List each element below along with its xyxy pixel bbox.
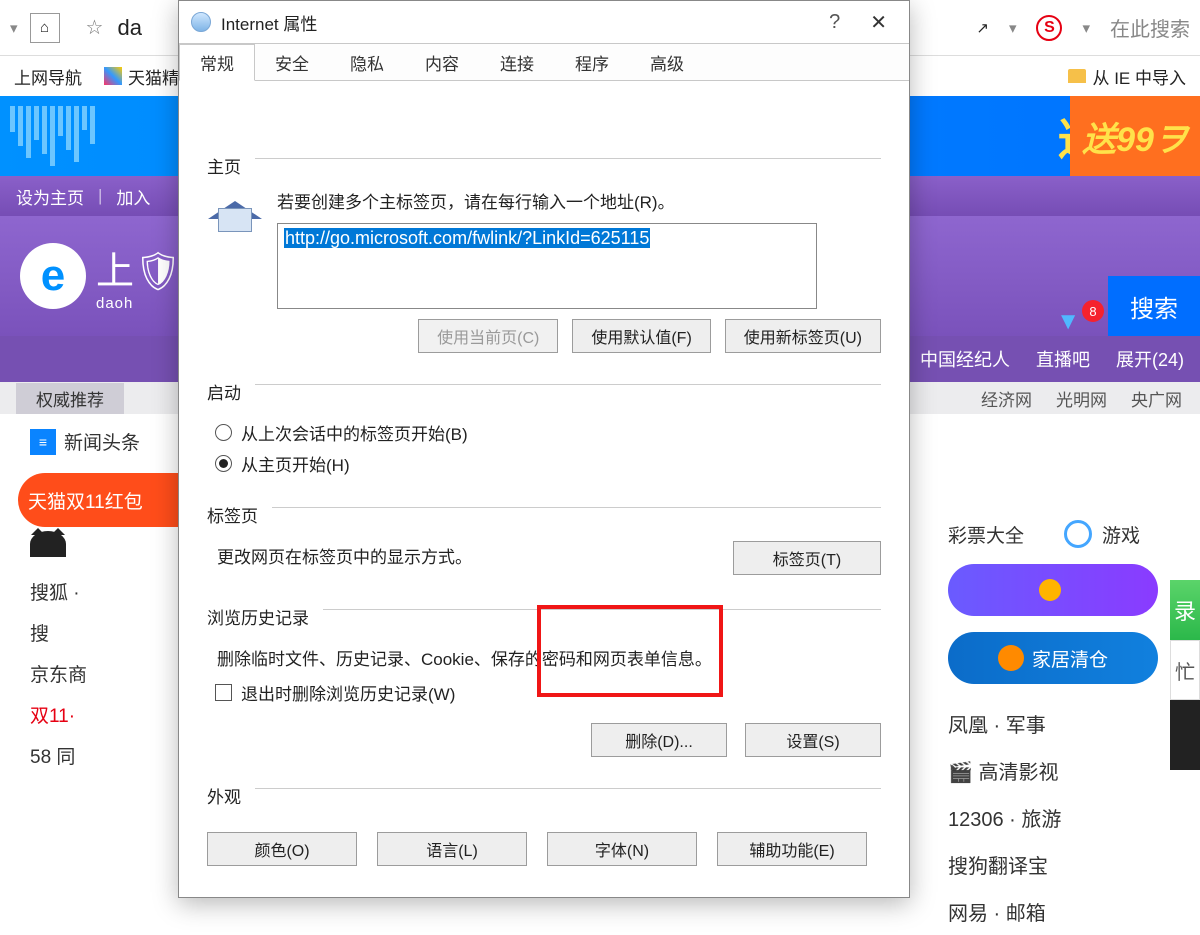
home-icon[interactable]: ⌂: [30, 13, 60, 43]
bookmark-item[interactable]: 上网导航: [14, 64, 82, 89]
right-strip: 录 忙: [1170, 580, 1200, 770]
strip-item[interactable]: [1170, 700, 1200, 770]
dialog-titlebar: Internet 属性 ? ✕: [179, 1, 909, 43]
list-item[interactable]: 京东商: [30, 653, 190, 694]
search-button[interactable]: 搜索: [1108, 276, 1200, 336]
homepage-textarea[interactable]: http://go.microsoft.com/fwlink/?LinkId=6…: [277, 223, 817, 309]
set-homepage-link[interactable]: 设为主页: [16, 184, 84, 209]
home-description: 若要创建多个主标签页，请在每行输入一个地址(R)。: [277, 188, 881, 213]
dropdown-icon[interactable]: ▾: [1082, 19, 1090, 37]
fonts-button[interactable]: 字体(N): [547, 832, 697, 866]
general-pane: 主页 若要创建多个主标签页，请在每行输入一个地址(R)。 http://go.m…: [179, 127, 909, 882]
nav-link[interactable]: 中国经纪人: [920, 346, 1010, 372]
help-button[interactable]: ?: [809, 11, 860, 34]
tab-security[interactable]: 安全: [255, 44, 330, 80]
share-icon[interactable]: ↗: [976, 19, 989, 37]
list-item[interactable]: 搜狐 ·: [30, 571, 190, 612]
group-tabs-label: 标签页: [207, 502, 258, 527]
strip-item[interactable]: 录: [1170, 580, 1200, 640]
accessibility-button[interactable]: 辅助功能(E): [717, 832, 867, 866]
news-icon: ≡: [30, 429, 56, 455]
site-name: 上🛡: [96, 240, 182, 295]
group-history-label: 浏览历史记录: [207, 604, 309, 629]
checkbox-delete-on-exit[interactable]: 退出时删除浏览历史记录(W): [215, 680, 881, 705]
nav-link[interactable]: 展开(24): [1116, 346, 1184, 372]
list-item[interactable]: 12306 · 旅游: [948, 794, 1178, 841]
add-link[interactable]: 加入: [116, 184, 150, 209]
strip-item[interactable]: 忙: [1170, 640, 1200, 700]
tab-advanced[interactable]: 高级: [630, 44, 705, 80]
tmall-promo[interactable]: 天猫双11红包: [18, 473, 193, 527]
group-startup-label: 启动: [207, 379, 241, 404]
ad-slot[interactable]: 家居清仓: [948, 632, 1158, 684]
tabs-button[interactable]: 标签页(T): [733, 541, 881, 575]
dialog-title: Internet 属性: [221, 10, 317, 35]
folder-icon: [1068, 69, 1086, 83]
tab-general[interactable]: 常规: [179, 44, 255, 81]
news-tile[interactable]: ≡新闻头条: [30, 428, 190, 455]
ad-slot[interactable]: [948, 564, 1158, 616]
back-dropdown-icon[interactable]: ▾: [10, 19, 18, 37]
sogou-icon[interactable]: S: [1036, 15, 1062, 41]
radio-start-last[interactable]: 从上次会话中的标签页开始(B): [215, 420, 881, 445]
bookmark-item[interactable]: 天猫精: [104, 64, 179, 89]
history-settings-button[interactable]: 设置(S): [745, 723, 881, 757]
tool-icon: [998, 645, 1024, 671]
use-default-button[interactable]: 使用默认值(F): [572, 319, 710, 353]
internet-properties-dialog: Internet 属性 ? ✕ 常规 安全 隐私 内容 连接 程序 高级 主页 …: [178, 0, 910, 898]
tab-programs[interactable]: 程序: [555, 44, 630, 80]
list-item[interactable]: 网易 · 邮箱: [948, 888, 1178, 935]
cat-icon: [30, 531, 66, 557]
address-text[interactable]: da: [117, 15, 141, 41]
history-description: 删除临时文件、历史记录、Cookie、保存的密码和网页表单信息。: [217, 645, 881, 670]
game-link[interactable]: 游戏: [1102, 521, 1140, 548]
ie-import-folder[interactable]: 从 IE 中导入: [1068, 64, 1186, 89]
tab-content[interactable]: 内容: [405, 44, 480, 80]
list-item[interactable]: 双11·: [30, 694, 190, 735]
game-icon: [1064, 520, 1092, 548]
language-button[interactable]: 语言(L): [377, 832, 527, 866]
tab-privacy[interactable]: 隐私: [330, 44, 405, 80]
group-appearance-label: 外观: [207, 783, 241, 808]
close-button[interactable]: ✕: [860, 10, 897, 35]
delete-history-button[interactable]: 删除(D)...: [591, 723, 727, 757]
nav-link[interactable]: 直播吧: [1036, 346, 1090, 372]
list-item[interactable]: 🎬 高清影视: [948, 747, 1178, 794]
list-item[interactable]: 搜狗翻译宝: [948, 841, 1178, 888]
tabs-description: 更改网页在标签页中的显示方式。: [217, 543, 472, 568]
site-pinyin: daoh: [96, 295, 182, 312]
promo-bonus: 送99ヲ: [1070, 96, 1200, 176]
notification-badge[interactable]: ▼8: [1038, 308, 1098, 336]
use-newtab-button[interactable]: 使用新标签页(U): [725, 319, 881, 353]
list-item[interactable]: 搜: [30, 612, 190, 653]
colors-button[interactable]: 颜色(O): [207, 832, 357, 866]
right-column: 彩票大全 游戏 家居清仓 凤凰 · 军事 🎬 高清影视 12306 · 旅游 搜…: [948, 520, 1178, 935]
radio-start-home[interactable]: 从主页开始(H): [215, 451, 881, 476]
category-chip[interactable]: 权威推荐: [16, 383, 124, 414]
site-link[interactable]: 经济网: [981, 386, 1032, 411]
dialog-tabs: 常规 安全 隐私 内容 连接 程序 高级: [179, 43, 909, 81]
site-link[interactable]: 央广网: [1131, 386, 1182, 411]
site-logo-icon: e: [20, 243, 86, 309]
site-link[interactable]: 光明网: [1056, 386, 1107, 411]
highlight-tab: [179, 81, 255, 127]
equalizer-icon: [0, 106, 95, 166]
list-item[interactable]: 凤凰 · 军事: [948, 700, 1178, 747]
favorite-icon[interactable]: ☆: [86, 15, 104, 40]
list-item[interactable]: 58 同: [30, 735, 190, 776]
search-placeholder[interactable]: 在此搜索: [1110, 13, 1190, 42]
ie-icon: [191, 12, 211, 32]
left-column: ≡新闻头条 天猫双11红包 搜狐 · 搜 京东商 双11· 58 同: [30, 428, 190, 776]
use-current-button: 使用当前页(C): [418, 319, 558, 353]
lottery-link[interactable]: 彩票大全: [948, 521, 1024, 548]
home-icon: [207, 188, 263, 234]
tab-connections[interactable]: 连接: [480, 44, 555, 80]
dropdown-icon[interactable]: ▾: [1009, 19, 1017, 37]
